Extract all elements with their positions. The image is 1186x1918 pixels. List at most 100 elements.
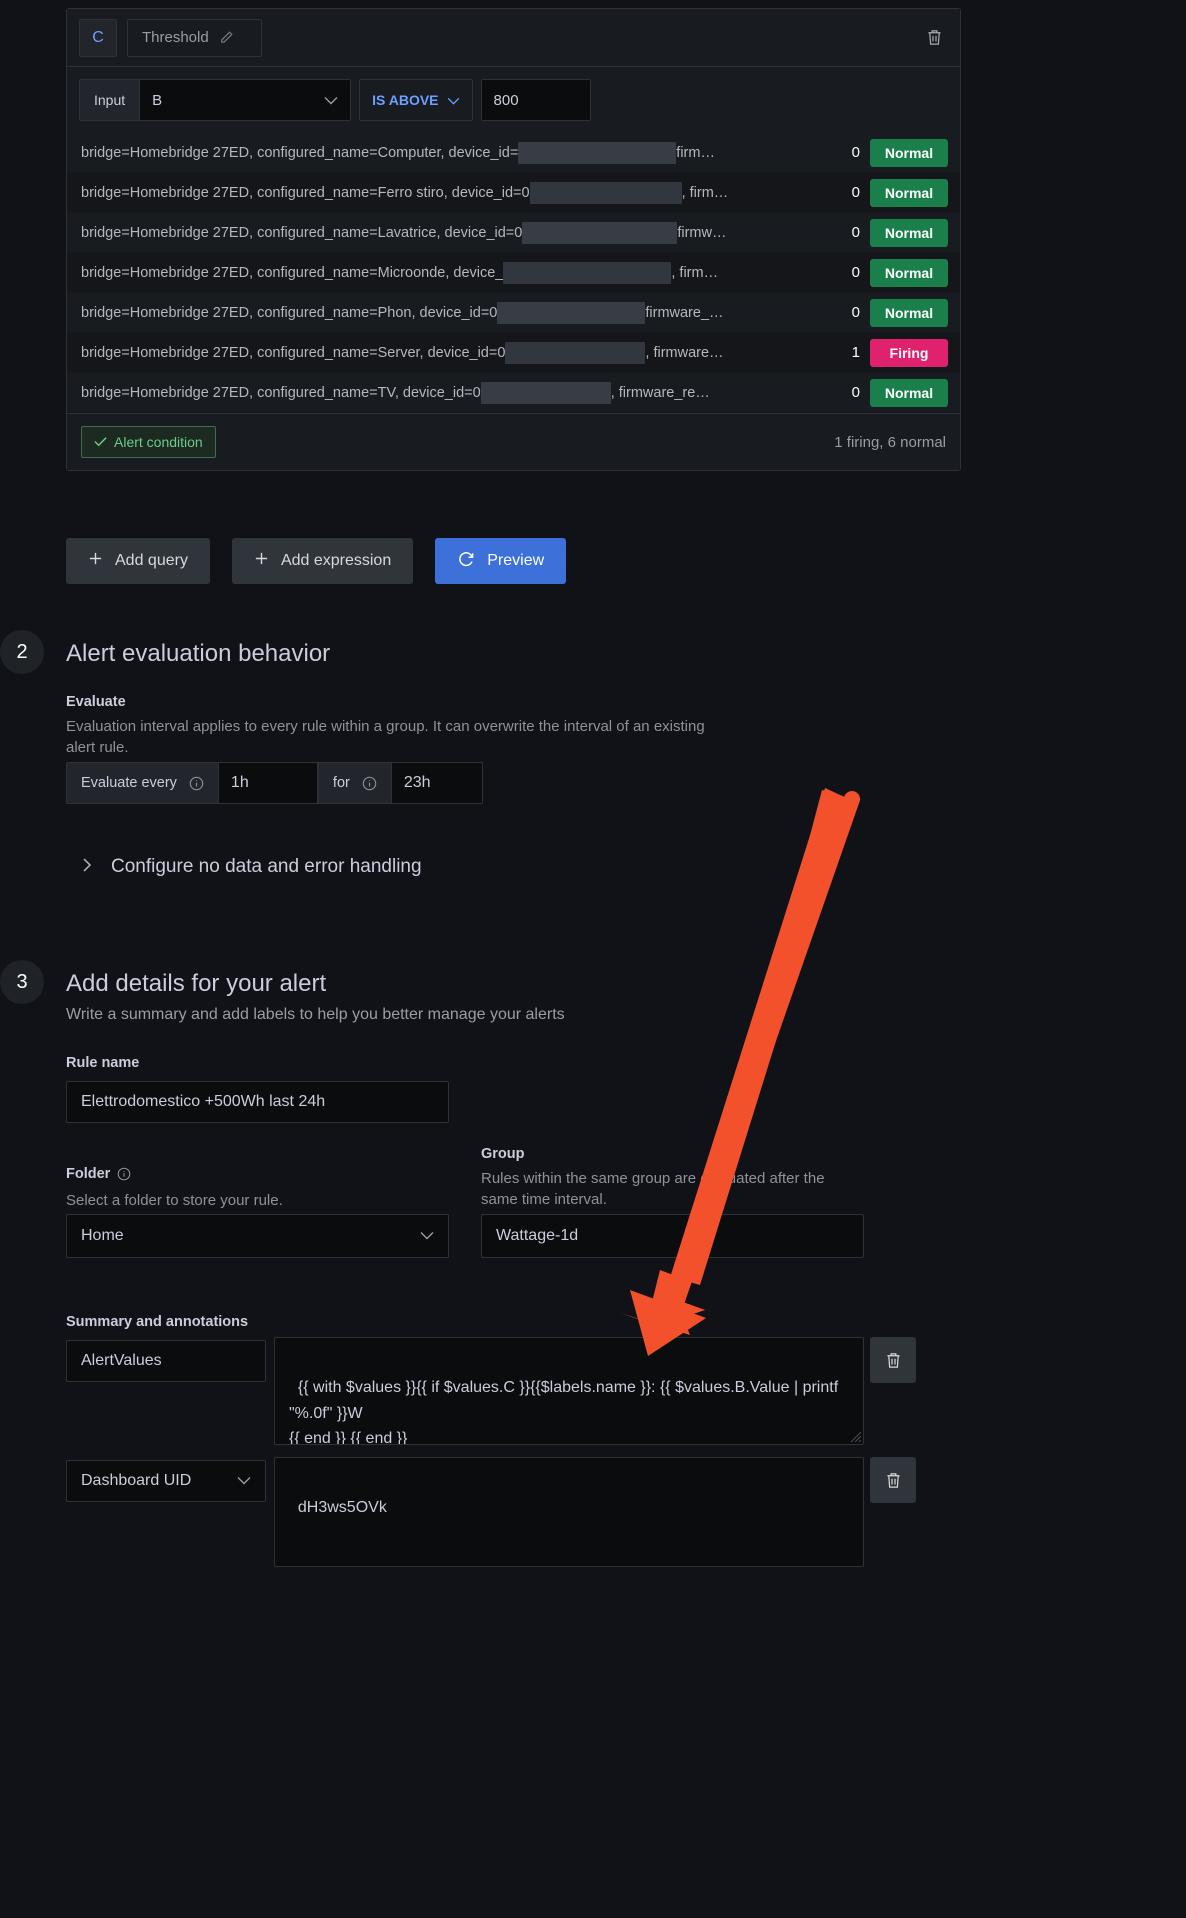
alert-instance-value: 0: [851, 224, 860, 241]
alert-instance-row: bridge=Homebridge 27ED, configured_name=…: [67, 133, 960, 173]
alert-instance-label-suffix: firm…: [676, 144, 715, 161]
evaluate-every-input[interactable]: 1h: [217, 762, 318, 804]
plus-icon: [88, 551, 103, 571]
alert-instance-row: bridge=Homebridge 27ED, configured_name=…: [67, 293, 960, 333]
resize-grip-icon: [851, 1432, 861, 1442]
alert-instance-value: 0: [851, 144, 860, 161]
evaluate-every-value: 1h: [230, 774, 249, 791]
alert-instance-labels: bridge=Homebridge 27ED, configured_name=…: [81, 301, 832, 324]
rule-name-input[interactable]: Elettrodomestico +500Wh last 24h: [66, 1081, 449, 1123]
for-text: for: [332, 775, 350, 791]
threshold-value-input[interactable]: 800: [480, 79, 591, 121]
status-badge: Normal: [870, 218, 948, 247]
input-addon-label: Input: [79, 79, 140, 121]
chevron-down-icon: [237, 1472, 251, 1490]
expression-body: Input B IS ABOVE 800: [67, 67, 960, 121]
redacted-device-id: [505, 341, 646, 364]
threshold-value: 800: [493, 91, 519, 109]
configure-no-data-label: Configure no data and error handling: [111, 856, 422, 877]
pending-period-label: for: [317, 762, 391, 804]
group-input[interactable]: Wattage-1d: [481, 1214, 864, 1258]
alert-instance-label-prefix: bridge=Homebridge 27ED, configured_name=…: [81, 344, 506, 361]
trash-icon[interactable]: [920, 24, 948, 52]
status-badge: Normal: [870, 378, 948, 407]
step-3-subtitle: Write a summary and add labels to help y…: [66, 1006, 565, 1023]
alert-instance-labels: bridge=Homebridge 27ED, configured_name=…: [81, 141, 832, 164]
redacted-device-id: [497, 301, 646, 324]
trash-icon: [886, 1352, 900, 1368]
threshold-expression-panel: C Threshold Input B IS ABOVE 800 bridge=…: [66, 8, 961, 471]
folder-select[interactable]: Home: [66, 1214, 449, 1258]
annotations-label: Summary and annotations: [66, 1314, 249, 1330]
chevron-right-icon: [82, 857, 93, 878]
annotation-value-1[interactable]: dH3ws5OVk: [274, 1457, 864, 1567]
alert-instance-label-prefix: bridge=Homebridge 27ED, configured_name=…: [81, 224, 523, 241]
evaluate-interval-group: Evaluate every 1h for 23h: [66, 762, 483, 804]
redacted-device-id: [522, 221, 678, 244]
rule-name-label: Rule name: [66, 1055, 140, 1071]
alert-condition-button[interactable]: Alert condition: [81, 426, 216, 458]
expression-ref-id: C: [79, 18, 117, 57]
folder-help-text: Select a folder to store your rule.: [66, 1192, 283, 1209]
add-query-button[interactable]: Add query: [66, 538, 210, 584]
evaluate-every-label: Evaluate every: [66, 762, 218, 804]
info-icon[interactable]: [189, 776, 204, 791]
alert-instance-label-suffix: , firm…: [681, 184, 729, 201]
chevron-down-icon: [447, 92, 460, 108]
condition-value: IS ABOVE: [372, 92, 439, 108]
step-3-badge: 3: [0, 960, 44, 1004]
annotation-value-0[interactable]: {{ with $values }}{{ if $values.C }}{{$l…: [274, 1337, 864, 1445]
alert-instance-label-suffix: firmware_…: [645, 304, 724, 321]
redacted-device-id: [529, 181, 682, 204]
expression-header: C Threshold: [67, 9, 960, 67]
annotation-value-0-text: {{ with $values }}{{ if $values.C }}{{$l…: [289, 1379, 839, 1445]
alert-instance-row: bridge=Homebridge 27ED, configured_name=…: [67, 373, 960, 413]
pencil-icon[interactable]: [219, 30, 234, 45]
folder-label-text: Folder: [66, 1166, 111, 1182]
alert-instance-row: bridge=Homebridge 27ED, configured_name=…: [67, 333, 960, 373]
alert-instance-value: 0: [851, 384, 860, 401]
evaluate-every-text: Evaluate every: [81, 775, 177, 791]
annotation-value-1-text: dH3ws5OVk: [297, 1499, 387, 1517]
add-expression-button[interactable]: Add expression: [231, 538, 414, 584]
preview-button[interactable]: Preview: [435, 538, 567, 584]
annotation-key-0-value: AlertValues: [81, 1352, 162, 1369]
check-icon: [94, 434, 107, 450]
redacted-device-id: [480, 381, 611, 404]
info-icon[interactable]: [362, 776, 377, 791]
input-query-select[interactable]: B: [139, 79, 352, 121]
delete-annotation-0-button[interactable]: [870, 1337, 916, 1383]
alert-instance-label-suffix: firmw…: [677, 224, 727, 241]
info-icon[interactable]: [117, 1167, 131, 1181]
delete-annotation-1-button[interactable]: [870, 1457, 916, 1503]
chevron-down-icon: [324, 92, 338, 109]
alert-instance-label-suffix: , firmware…: [645, 344, 724, 361]
step-2-title: Alert evaluation behavior: [66, 640, 331, 667]
add-query-label: Add query: [115, 552, 188, 569]
alert-instance-value: 0: [851, 184, 860, 201]
query-actions: Add query Add expression Preview: [66, 538, 567, 584]
alert-instances-list: bridge=Homebridge 27ED, configured_name=…: [67, 133, 960, 413]
group-value: Wattage-1d: [496, 1227, 579, 1244]
group-help-text: Rules within the same group are evaluate…: [481, 1170, 825, 1208]
condition-select[interactable]: IS ABOVE: [359, 79, 473, 121]
rule-name-value: Elettrodomestico +500Wh last 24h: [81, 1093, 326, 1110]
alert-instance-labels: bridge=Homebridge 27ED, configured_name=…: [81, 221, 832, 244]
expression-footer: Alert condition 1 firing, 6 normal: [67, 413, 960, 470]
alert-instance-label-suffix: , firm…: [671, 264, 719, 281]
annotation-key-0[interactable]: AlertValues: [66, 1340, 266, 1382]
annotation-key-1-value: Dashboard UID: [81, 1472, 192, 1489]
annotation-key-1[interactable]: Dashboard UID: [66, 1460, 266, 1502]
group-label: Group: [481, 1146, 525, 1162]
trash-icon: [886, 1472, 900, 1488]
alert-instance-labels: bridge=Homebridge 27ED, configured_name=…: [81, 381, 832, 404]
expression-name-field[interactable]: Threshold: [127, 18, 262, 57]
step-2-badge: 2: [0, 630, 44, 674]
alert-instance-value: 0: [851, 304, 860, 321]
for-value: 23h: [403, 774, 431, 791]
status-badge: Normal: [870, 258, 948, 287]
redacted-device-id: [518, 141, 677, 164]
redacted-device-id: [503, 261, 672, 284]
configure-no-data-toggle[interactable]: Configure no data and error handling: [82, 856, 422, 878]
pending-period-input[interactable]: 23h: [390, 762, 483, 804]
